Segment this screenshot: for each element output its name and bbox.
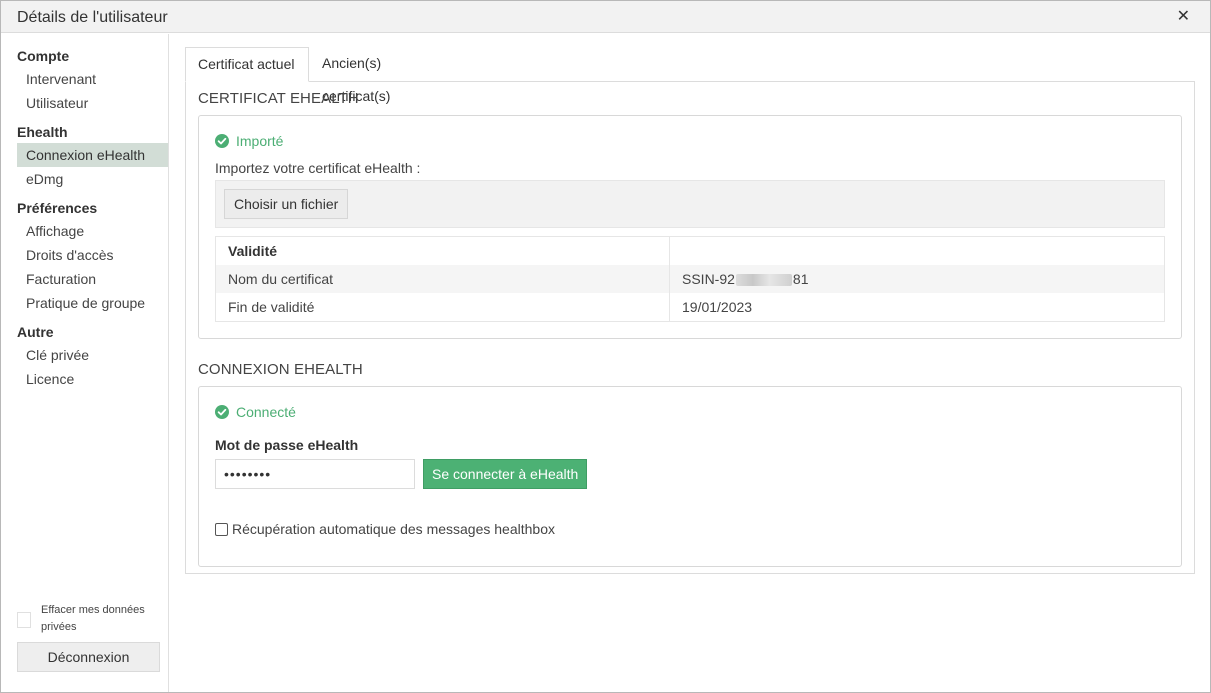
sidebar-item-pratique-groupe[interactable]: Pratique de groupe	[17, 291, 168, 315]
certificate-name-suffix: 81	[792, 271, 809, 287]
sidebar-item-affichage[interactable]: Affichage	[17, 219, 168, 243]
sidebar-item-droits-acces[interactable]: Droits d'accès	[17, 243, 168, 267]
sidebar-item-connexion-ehealth[interactable]: Connexion eHealth	[17, 143, 168, 167]
validity-table: Validité Nom du certificat SSIN-92 81 Fin…	[215, 236, 1165, 322]
check-circle-icon	[215, 405, 229, 419]
connection-box: Connecté Mot de passe eHealth Se connect…	[198, 386, 1182, 567]
import-certificate-label: Importez votre certificat eHealth :	[215, 160, 421, 176]
connect-ehealth-button[interactable]: Se connecter à eHealth	[423, 459, 588, 489]
table-row: Nom du certificat SSIN-92 81	[216, 265, 1164, 293]
validity-header: Validité	[228, 243, 278, 259]
password-input[interactable]	[215, 459, 415, 489]
sidebar-group-ehealth: Ehealth	[17, 124, 68, 140]
password-label: Mot de passe eHealth	[215, 437, 359, 453]
connection-section-title: CONNEXION EHEALTH	[198, 361, 363, 378]
certificate-box: Importé Importez votre certificat eHealt…	[198, 115, 1182, 339]
connection-status: Connecté	[215, 404, 296, 420]
check-circle-icon	[215, 134, 229, 148]
certificate-status: Importé	[215, 133, 283, 149]
sidebar-group-compte: Compte	[17, 48, 70, 64]
erase-private-data-label: Effacer mes données privées	[41, 604, 145, 633]
user-details-dialog: Détails de l'utilisateur ✕ Compte Interv…	[0, 0, 1211, 693]
sidebar-item-edmg[interactable]: eDmg	[17, 167, 168, 191]
close-icon[interactable]: ✕	[1177, 9, 1190, 25]
auto-fetch-option: Récupération automatique des messages he…	[215, 521, 555, 537]
sidebar-group-preferences: Préférences	[17, 200, 98, 216]
auto-fetch-label: Récupération automatique des messages he…	[232, 521, 555, 537]
certificate-name-label: Nom du certificat	[228, 271, 334, 287]
table-header-row: Validité	[216, 237, 1164, 265]
choose-file-button[interactable]: Choisir un fichier	[224, 189, 349, 219]
settings-sidebar: Compte Intervenant Utilisateur Ehealth C…	[1, 34, 169, 692]
connection-status-label: Connecté	[236, 404, 296, 420]
certificate-status-label: Importé	[236, 133, 284, 149]
validity-end-value: 19/01/2023	[669, 293, 1164, 321]
auto-fetch-checkbox[interactable]	[215, 522, 228, 536]
redacted-blur	[735, 274, 792, 287]
sidebar-item-utilisateur[interactable]: Utilisateur	[17, 91, 168, 115]
erase-private-data-checkbox[interactable]	[17, 612, 31, 628]
sidebar-item-intervenant[interactable]: Intervenant	[17, 67, 168, 91]
certificate-section-title: CERTIFICAT EHEALTH	[198, 90, 359, 107]
dialog-titlebar: Détails de l'utilisateur ✕	[1, 1, 1210, 33]
certificate-name-value: SSIN-92 81	[669, 265, 1164, 293]
tab-old-certificates[interactable]: Ancien(s) certificat(s)	[310, 47, 402, 104]
file-upload-area: Choisir un fichier	[215, 180, 1165, 228]
logout-button[interactable]: Déconnexion	[17, 642, 160, 672]
validity-end-label: Fin de validité	[228, 299, 315, 315]
sidebar-group-autre: Autre	[17, 324, 54, 340]
dialog-title: Détails de l'utilisateur	[17, 9, 168, 26]
table-row: Fin de validité 19/01/2023	[216, 293, 1164, 321]
tab-current-certificate[interactable]: Certificat actuel	[185, 47, 309, 82]
sidebar-item-facturation[interactable]: Facturation	[17, 267, 168, 291]
sidebar-item-cle-privee[interactable]: Clé privée	[17, 343, 168, 367]
certificate-name-prefix: SSIN-92	[682, 271, 735, 287]
sidebar-item-licence[interactable]: Licence	[17, 367, 168, 391]
